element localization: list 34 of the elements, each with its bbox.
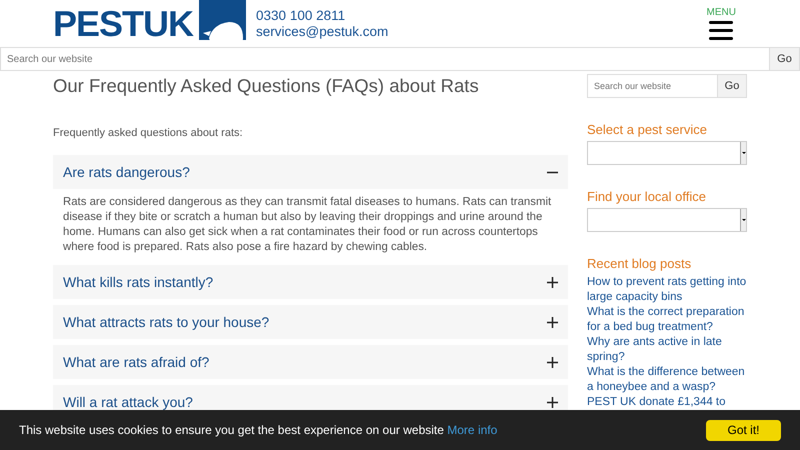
cookie-message: This website uses cookies to ensure you get the best experience on our website More info	[19, 423, 498, 437]
pest-service-select[interactable]	[587, 141, 747, 165]
blog-post-link[interactable]: How to prevent rats getting into large capacity bins	[587, 275, 747, 305]
blog-post-link[interactable]: Why are ants active in late spring?	[587, 335, 747, 365]
faq-question[interactable]: What are rats afraid of?	[53, 345, 568, 379]
blog-post-link[interactable]: What is the difference between a honeybee and a wasp?	[587, 365, 747, 395]
page-title: Our Frequently Asked Questions (FAQs) about Rats	[53, 75, 480, 97]
intro-text: Frequently asked questions about rats:	[53, 127, 244, 139]
faq-question[interactable]: What attracts rats to your house?	[53, 305, 568, 339]
menu-icon[interactable]	[709, 21, 734, 40]
search-field[interactable]: Search our website Go	[0, 47, 800, 71]
section-heading: Find your local office	[587, 189, 707, 204]
faq-question[interactable]: What kills rats instantly?	[53, 265, 568, 299]
more-info-link[interactable]: More info	[447, 423, 498, 437]
search-field[interactable]: Search our website Go	[587, 74, 747, 98]
phone-number[interactable]: 0330 100 2811	[256, 8, 388, 24]
section-heading: Recent blog posts	[587, 256, 692, 271]
local-office-select[interactable]	[587, 208, 747, 232]
faq-question[interactable]: Are rats dangerous?	[53, 155, 568, 189]
go-button[interactable]: Go	[769, 48, 799, 70]
plus-icon	[547, 316, 558, 328]
blog-post-link[interactable]: PEST UK donate £1,344 to	[587, 395, 747, 410]
faq-answer: Rats are considered dangerous as they can transmit fatal diseases to humans. Rats can transmit disease if they bite or scratch a human but also by leaving their droppings and urine around the home. Humans can also get sick when a rat contaminates their food or run across countertops where food is prepared. Rats also pose a fire hazard by chewing cables.	[62, 195, 552, 255]
email-address[interactable]: services@pestuk.com	[256, 24, 388, 40]
plus-icon	[547, 276, 558, 288]
go-button[interactable]: Go	[717, 75, 746, 97]
dropdown-arrow-icon	[742, 219, 746, 221]
dropdown-arrow-icon	[742, 152, 746, 154]
blog-post-link[interactable]: What is the correct preparation for a bed bug treatment?	[587, 305, 747, 335]
section-heading: Select a pest service	[587, 122, 708, 137]
logo-wordmark[interactable]: PESTUK	[53, 2, 194, 44]
plus-icon	[547, 396, 558, 408]
plus-icon	[547, 356, 558, 368]
got-it-button[interactable]: Got it!	[706, 420, 781, 440]
